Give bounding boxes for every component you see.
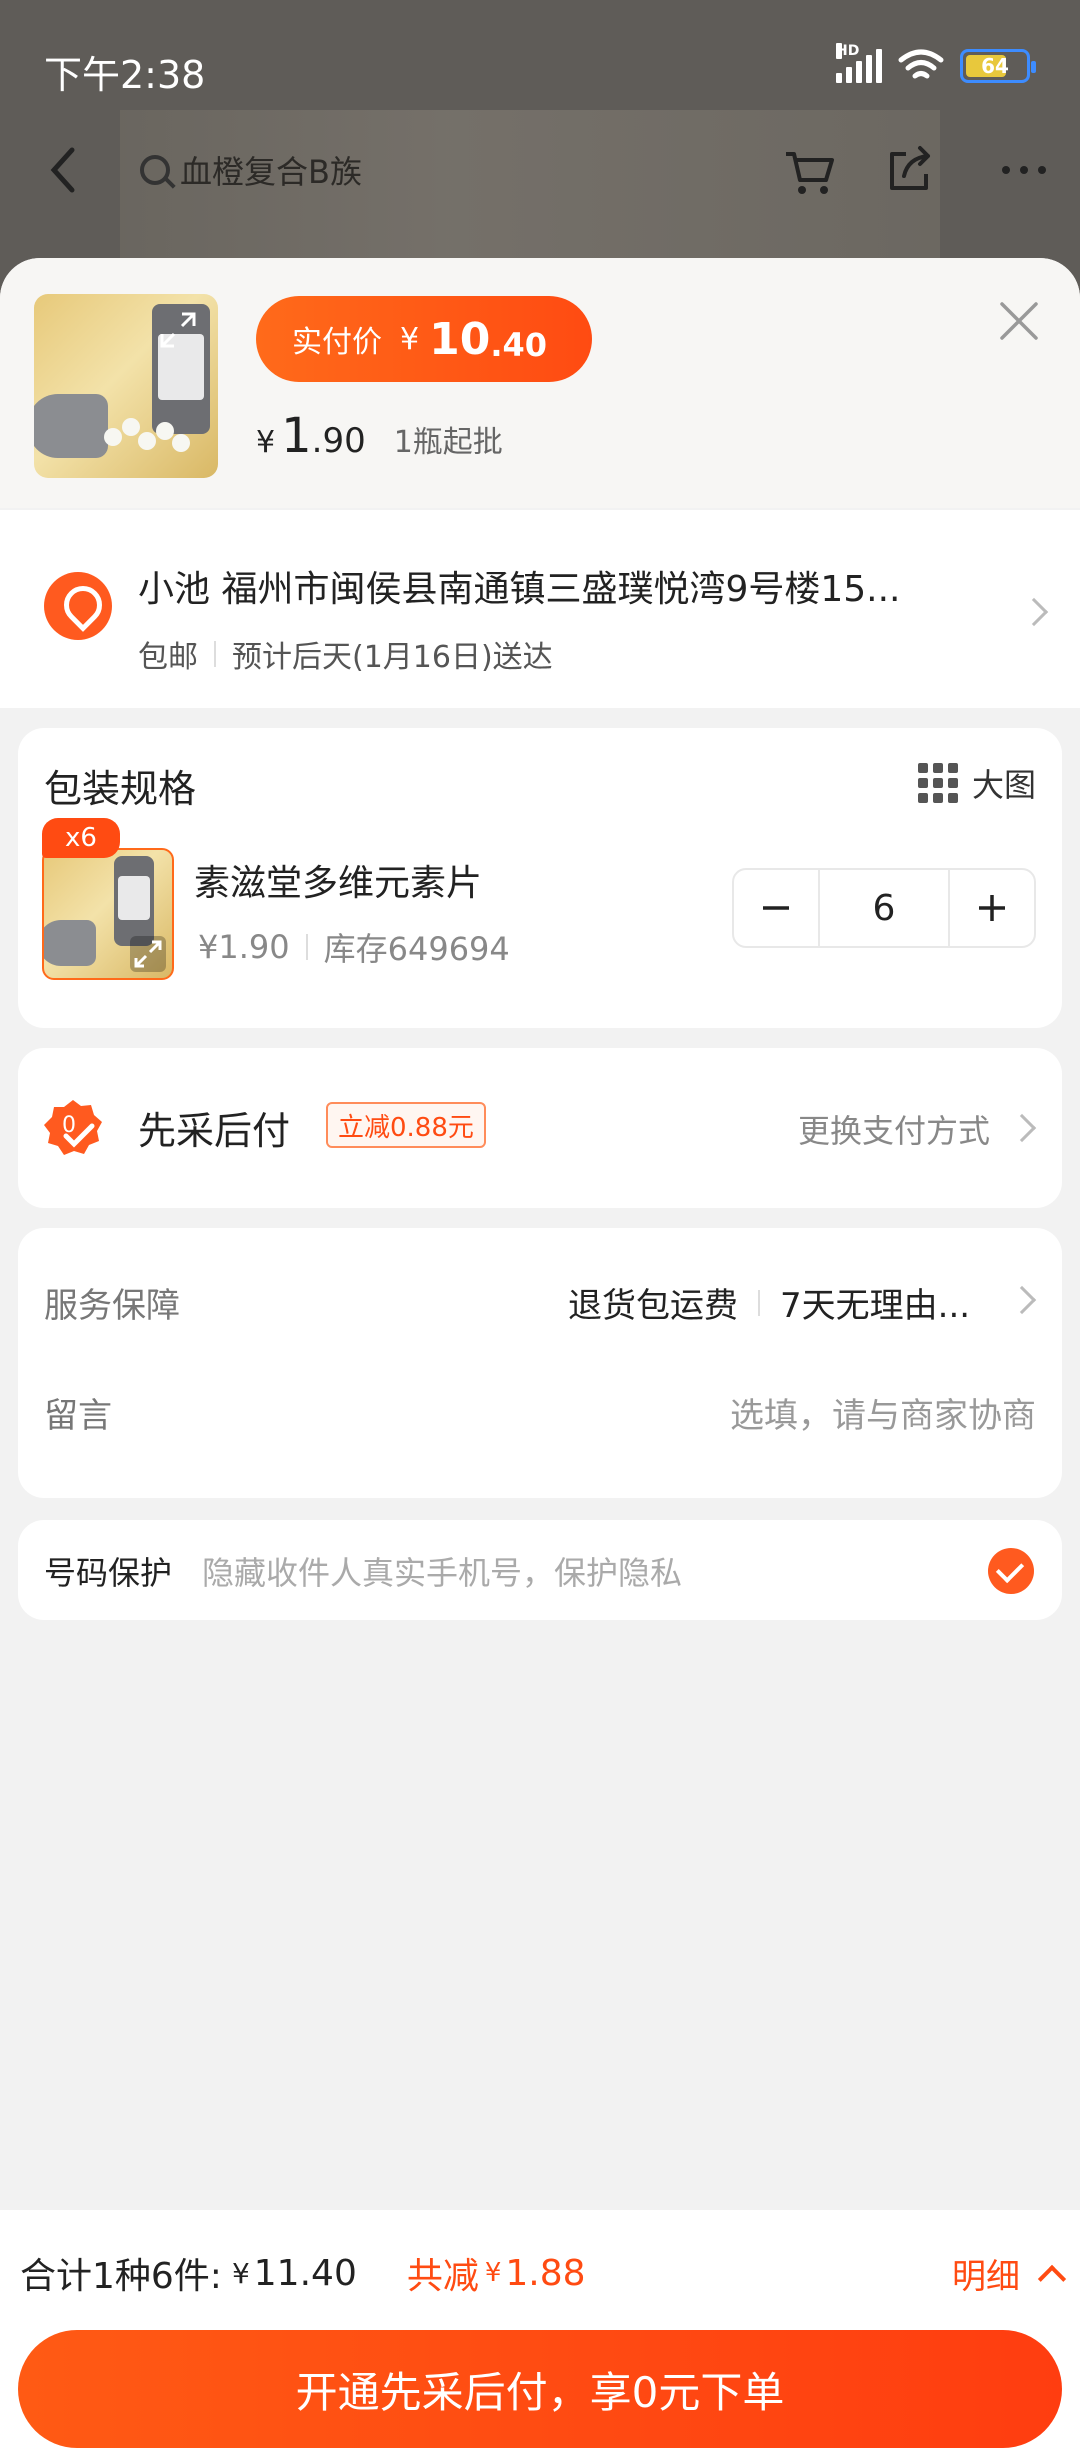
plus-icon [979, 895, 1005, 921]
quantity-stepper: 6 [732, 868, 1036, 948]
price-detail-button[interactable]: 明细 [952, 2238, 1067, 2308]
submit-order-button[interactable]: 开通先采后付，享0元下单 [18, 2330, 1062, 2448]
sku-stock: 库存649694 [323, 930, 510, 968]
phone-protection-checkbox[interactable] [988, 1548, 1034, 1594]
battery-percent: 64 [981, 54, 1009, 78]
big-image-label: 大图 [971, 766, 1036, 804]
cellular-signal-icon: HD [836, 43, 882, 83]
increase-button[interactable] [950, 870, 1034, 946]
chevron-up-icon [1037, 2264, 1067, 2294]
jar-graphic [44, 920, 96, 966]
delivery-eta: 预计后天(1月16日)送达 [232, 640, 553, 675]
sku-name: 素滋堂多维元素片 [194, 863, 483, 904]
actual-price-integer: 10 [429, 313, 491, 365]
shipping-label: 包邮 [138, 640, 198, 675]
back-arrow-icon[interactable] [40, 140, 90, 200]
total-row: 合计1种6件: ¥ 11.40 共减 ¥ 1.88 [20, 2238, 1060, 2308]
search-text: 血橙复合B族 [180, 153, 362, 191]
battery-icon: 64 [960, 49, 1036, 83]
more-icon[interactable] [996, 140, 1056, 200]
sku-meta: ¥1.90 库存649694 [198, 924, 510, 970]
wifi-icon [898, 49, 944, 79]
payment-title: 先采后付 [138, 1109, 291, 1153]
svg-text:0: 0 [62, 1113, 76, 1138]
savings-value: 1.88 [505, 2252, 586, 2294]
actual-price-label: 实付价 [292, 325, 382, 360]
change-payment-link[interactable]: 更换支付方式 [798, 1106, 990, 1152]
spec-title: 包装规格 [44, 767, 197, 811]
quantity-badge: x6 [42, 818, 120, 858]
sku-price: ¥1.90 [198, 928, 290, 966]
service-label: 服务保障 [44, 1286, 180, 1326]
quantity-value[interactable]: 6 [818, 870, 950, 946]
minimum-order: 1瓶起批 [393, 425, 503, 460]
actual-price-badge: 实付价 ¥ 10 .40 [256, 296, 592, 382]
sku-image[interactable] [42, 848, 174, 980]
divider [214, 641, 216, 667]
service-values[interactable]: 退货包运费 7天无理由... [568, 1278, 990, 1327]
network-type-label: HD [836, 43, 860, 59]
big-image-button[interactable]: 大图 [917, 760, 1036, 806]
chevron-right-icon [1019, 597, 1049, 627]
expand-icon[interactable] [156, 308, 200, 352]
purchase-sheet: 实付价 ¥ 10 .40 ¥ 1 .90 1瓶起批 小池 福州市闽侯县南通镇三盛… [0, 258, 1080, 2460]
phone-protection-desc: 隐藏收件人真实手机号，保护隐私 [202, 1554, 683, 1592]
close-icon[interactable] [996, 298, 1042, 344]
message-label: 留言 [44, 1396, 112, 1436]
address-line: 小池 福州市闽侯县南通镇三盛璞悦湾9号楼15... [138, 569, 901, 610]
message-input[interactable]: 选填，请与商家协商 [730, 1388, 1036, 1437]
divider [305, 934, 308, 960]
share-icon[interactable] [880, 140, 940, 200]
actual-price-decimal: .40 [490, 326, 548, 364]
pay-later-icon: 0 [44, 1100, 102, 1155]
unit-price: ¥ 1 .90 1瓶起批 [256, 408, 503, 464]
address-card[interactable]: 小池 福州市闽侯县南通镇三盛璞悦湾9号楼15... 包邮 预计后天(1月16日)… [0, 510, 1080, 708]
decrease-button[interactable] [734, 870, 818, 946]
jar-graphic [34, 394, 108, 458]
savings-currency: ¥ [484, 2258, 502, 2288]
sheet-header: 实付价 ¥ 10 .40 ¥ 1 .90 1瓶起批 [0, 258, 1080, 508]
checkout-bar: 合计1种6件: ¥ 11.40 共减 ¥ 1.88 明细 开通先采后付，享0元下… [0, 2210, 1080, 2460]
cart-icon[interactable] [780, 140, 840, 200]
expand-icon[interactable] [130, 936, 166, 972]
delivery-info: 包邮 预计后天(1月16日)送达 [138, 632, 553, 676]
unit-price-currency: ¥ [256, 425, 276, 460]
service-item-7day-return: 7天无理由... [780, 1286, 971, 1326]
search-icon [140, 155, 170, 185]
search-bar[interactable]: 血橙复合B族 [140, 140, 740, 200]
status-icons: HD 64 [836, 43, 1036, 84]
pills-graphic [104, 414, 194, 454]
discount-tag: 立减0.88元 [326, 1102, 486, 1148]
spec-card: 包装规格 大图 x6 素滋堂多维元素片 ¥1.90 库存649694 6 [18, 728, 1062, 1028]
total-currency: ¥ [231, 2256, 250, 2290]
product-image[interactable] [34, 294, 218, 478]
detail-label: 明细 [952, 2256, 1020, 2297]
phone-protection-label: 号码保护 [44, 1554, 173, 1592]
status-bar: 下午2:38 HD 64 [0, 0, 1080, 130]
top-nav: 血橙复合B族 [0, 130, 1080, 210]
phone-protection-card: 号码保护 隐藏收件人真实手机号，保护隐私 [18, 1520, 1062, 1620]
savings-label: 共减 [406, 2256, 479, 2297]
bottle-graphic [114, 856, 154, 946]
location-pin-icon [44, 572, 112, 640]
minus-icon [763, 906, 789, 910]
grid-icon [917, 763, 958, 803]
unit-price-decimal: .90 [311, 421, 366, 461]
unit-price-integer: 1 [281, 408, 312, 464]
divider [758, 1289, 760, 1316]
status-time: 下午2:38 [44, 53, 206, 97]
chevron-right-icon [1007, 1285, 1037, 1315]
service-item-return-shipping: 退货包运费 [568, 1286, 738, 1326]
actual-price-currency: ¥ [400, 321, 420, 357]
total-value: 11.40 [253, 2252, 357, 2294]
total-label: 合计1种6件: [20, 2256, 222, 2297]
service-card: 服务保障 退货包运费 7天无理由... 留言 选填，请与商家协商 [18, 1228, 1062, 1498]
chevron-right-icon [1007, 1113, 1037, 1143]
payment-method-card[interactable]: 0 先采后付 立减0.88元 更换支付方式 [18, 1048, 1062, 1208]
